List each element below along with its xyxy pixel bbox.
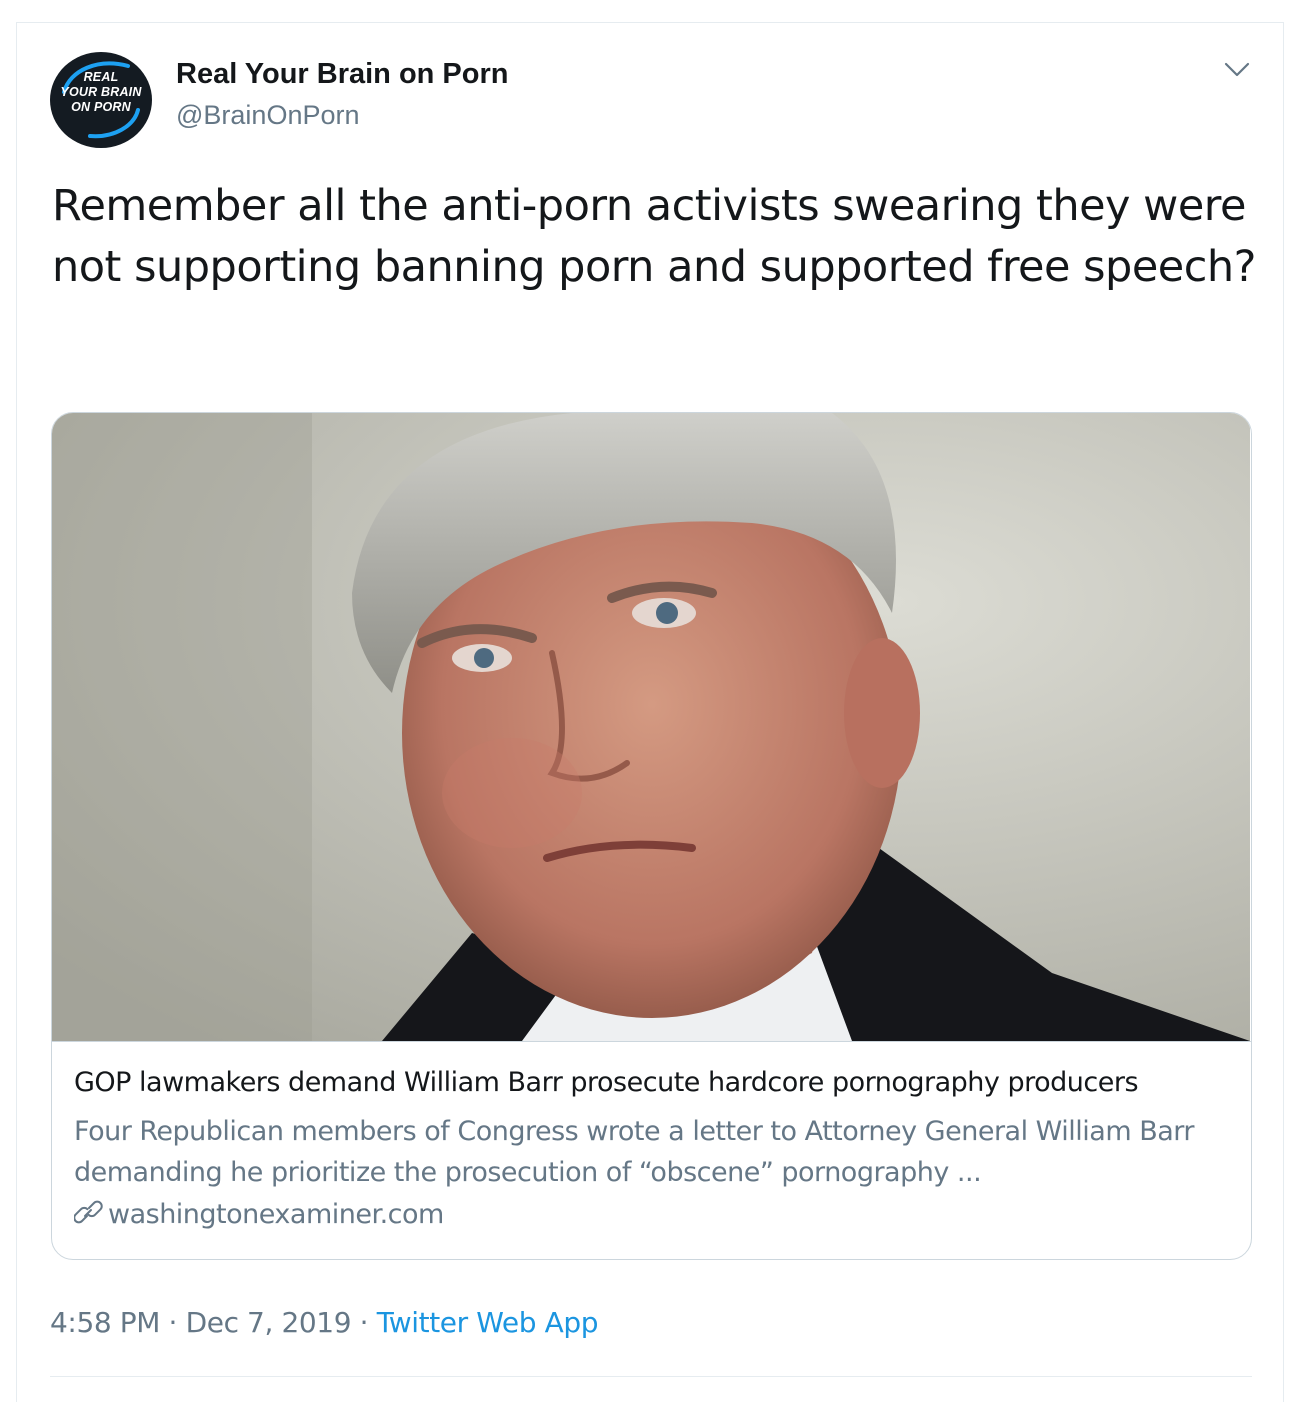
chevron-down-icon: [1224, 62, 1250, 77]
link-card[interactable]: GOP lawmakers demand William Barr prosec…: [51, 412, 1252, 1260]
tweet-time[interactable]: 4:58 PM: [50, 1306, 160, 1339]
meta-separator: ·: [168, 1306, 178, 1339]
link-icon: [74, 1200, 103, 1224]
tweet-date[interactable]: Dec 7, 2019: [186, 1306, 352, 1339]
card-title[interactable]: GOP lawmakers demand William Barr prosec…: [74, 1067, 1234, 1098]
tweet-text: Remember all the anti-porn activists swe…: [52, 181, 1256, 292]
tweet-source-link[interactable]: Twitter Web App: [377, 1306, 599, 1339]
avatar-logo-line: ON PORN: [71, 100, 131, 114]
tweet-meta: 4:58 PM · Dec 7, 2019 · Twitter Web App: [50, 1306, 598, 1339]
card-description: Four Republican members of Congress wrot…: [74, 1116, 1195, 1188]
avatar-logo-line: YOUR BRAIN: [60, 85, 142, 99]
avatar-logo-line: REAL: [83, 70, 119, 84]
card-divider: [52, 1041, 1251, 1042]
avatar[interactable]: REAL YOUR BRAIN ON PORN: [50, 52, 152, 148]
card-domain[interactable]: washingtonexaminer.com: [74, 1199, 444, 1230]
avatar-logo-text: REAL YOUR BRAIN ON PORN: [50, 70, 152, 115]
user-handle[interactable]: @BrainOnPorn: [176, 100, 360, 131]
divider: [50, 1376, 1252, 1377]
article-photo: [52, 413, 1250, 1041]
meta-separator: ·: [359, 1306, 369, 1339]
display-name[interactable]: Real Your Brain on Porn: [176, 58, 508, 91]
more-options-button[interactable]: [1223, 60, 1251, 80]
card-domain-text: washingtonexaminer.com: [108, 1199, 444, 1230]
